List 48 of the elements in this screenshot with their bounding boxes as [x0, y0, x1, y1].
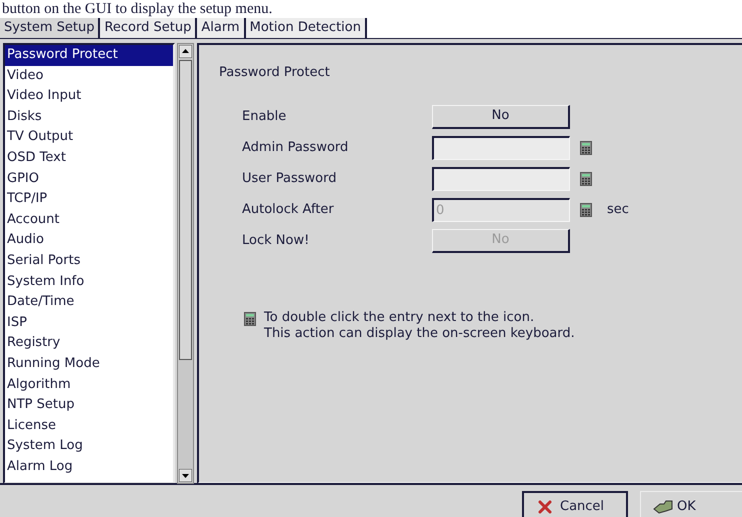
field-label: Autolock After — [242, 200, 335, 219]
unit-label: sec — [607, 200, 629, 219]
menu-item[interactable]: GPIO — [5, 168, 173, 190]
scrollbar[interactable] — [177, 43, 194, 484]
menu-item[interactable]: TV Output — [5, 127, 173, 148]
field-label: Lock Now! — [242, 232, 310, 250]
tab[interactable]: Record Setup — [100, 18, 198, 38]
menu-item[interactable]: Algorithm — [5, 374, 173, 396]
menu-item[interactable]: Account — [5, 210, 173, 230]
menu-item[interactable]: NTP Setup — [5, 395, 173, 416]
menu-item[interactable]: Registry — [5, 333, 173, 354]
menu-item[interactable]: License — [5, 416, 173, 436]
field-label: User Password — [242, 170, 338, 188]
menu-item[interactable]: ISP — [5, 312, 173, 334]
document-text: button on the GUI to display the setup menu. — [1, 0, 272, 18]
menu-item[interactable]: Serial Ports — [5, 250, 173, 272]
scroll-thumb[interactable] — [179, 60, 192, 360]
toggle-button[interactable]: No — [432, 104, 570, 128]
cancel-button[interactable]: Cancel — [522, 491, 628, 517]
menu-item[interactable]: TCP/IP — [5, 189, 173, 210]
hint-text: To double click the entry next to the icon. — [264, 310, 536, 326]
menu-item[interactable]: Video — [5, 66, 173, 86]
field-label: Admin Password — [242, 138, 350, 157]
menu-item[interactable]: Password Protect — [5, 45, 173, 66]
menu-item[interactable]: System Log — [5, 436, 173, 457]
tab[interactable]: System Setup — [0, 18, 100, 38]
input-field[interactable] — [432, 136, 570, 160]
menu-item[interactable]: Video Input — [5, 86, 173, 107]
menu-item[interactable]: Date/Time — [5, 292, 173, 313]
scroll-down-icon[interactable] — [179, 469, 192, 482]
input-field[interactable] — [432, 166, 570, 190]
menu-item[interactable]: Disks — [5, 106, 173, 128]
ok-button[interactable]: OK — [640, 491, 742, 517]
menu-item[interactable]: OSD Text — [5, 148, 173, 169]
panel-title: Password Protect — [219, 64, 331, 82]
calculator-icon — [244, 312, 256, 326]
calculator-icon — [580, 202, 592, 216]
calculator-icon — [580, 172, 592, 186]
calculator-icon — [580, 140, 592, 154]
tab[interactable]: Motion Detection — [246, 18, 367, 38]
menu-item[interactable]: System Info — [5, 272, 173, 292]
menu-item[interactable]: Alarm Log — [5, 456, 173, 478]
menu-item[interactable]: Running Mode — [5, 354, 173, 374]
field-label: Enable — [242, 108, 288, 126]
hint-text: This action can display the on-screen keyboard. — [264, 326, 575, 342]
menu-item[interactable]: Audio — [5, 230, 173, 251]
tab[interactable]: Alarm — [197, 18, 246, 38]
scroll-up-icon[interactable] — [179, 45, 192, 58]
